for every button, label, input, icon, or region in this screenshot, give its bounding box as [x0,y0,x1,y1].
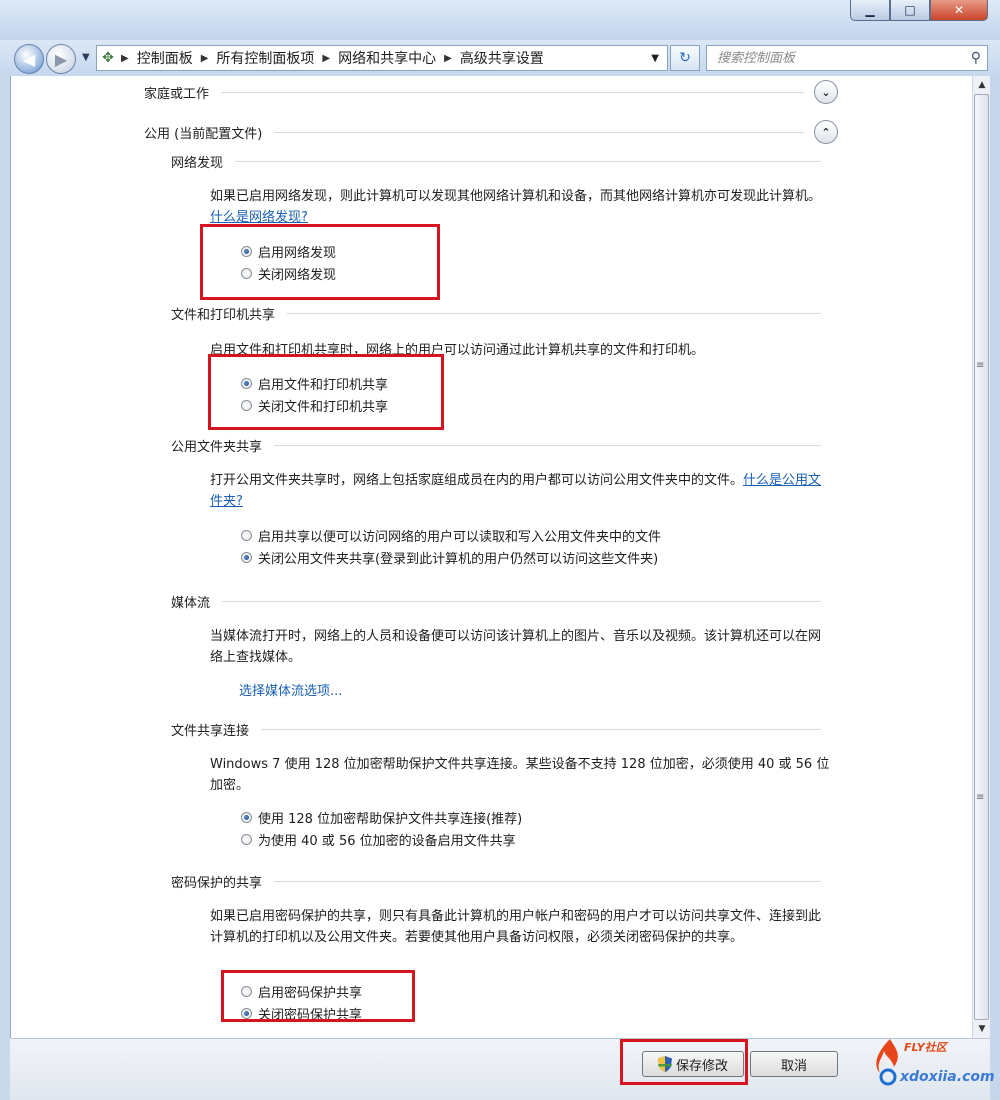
radio-selected-icon [241,812,252,823]
address-toolbar: ◀ ▶ ▼ ✥ ▶ 控制面板 ▶ 所有控制面板项 ▶ 网络和共享中心 ▶ 高级共… [0,40,1000,76]
scroll-grip-icon: ≡ [976,792,984,803]
section-media-streaming: 媒体流 [171,592,821,611]
divider [274,445,821,446]
expand-chevron-icon[interactable]: ⌄ [814,80,838,104]
option-label: 启用共享以便可以访问网络的用户可以读取和写入公用文件夹中的文件 [258,530,662,545]
section-public-folder: 公用文件夹共享 [171,436,821,455]
breadcrumb-control-panel[interactable]: 控制面板 [131,48,199,68]
breadcrumb-separator-icon[interactable]: ▶ [320,53,332,64]
address-bar[interactable]: ✥ ▶ 控制面板 ▶ 所有控制面板项 ▶ 网络和共享中心 ▶ 高级共享设置 ▼ [96,45,668,71]
forward-button[interactable]: ▶ [46,44,76,74]
section-network-discovery: 网络发现 [171,152,821,171]
radio-unselected-icon [241,530,252,541]
section-title: 文件共享连接 [171,724,250,739]
choose-media-streaming-options-link[interactable]: 选择媒体流选项... [239,680,342,699]
close-button[interactable]: ✕ [930,0,988,21]
option-label: 为使用 40 或 56 位加密的设备启用文件共享 [258,834,516,849]
content-pane: 家庭或工作 ⌄ 公用 (当前配置文件) ⌃ 网络发现 如果已启用网络发现，则此计… [10,76,973,1038]
radio-selected-icon [241,552,252,563]
back-arrow-icon: ◀ [22,49,36,69]
highlight-box [620,1039,748,1085]
section-title: 网络发现 [171,156,224,171]
group-home-work[interactable]: 家庭或工作 ⌄ [144,80,838,104]
scroll-grip-icon: ≡ [976,360,984,371]
group-title: 公用 (当前配置文件) [144,126,263,142]
radio-disable-public-folder[interactable]: 关闭公用文件夹共享(登录到此计算机的用户仍然可以访问这些文件夹) [241,548,658,567]
breadcrumb-network-center[interactable]: 网络和共享中心 [332,48,442,68]
radio-128bit-encryption[interactable]: 使用 128 位加密帮助保护文件共享连接(推荐) [241,808,522,827]
breadcrumb-advanced-sharing[interactable]: 高级共享设置 [454,48,550,68]
cancel-label: 取消 [780,1058,807,1074]
highlight-box [200,224,440,300]
search-icon[interactable]: ⚲ [971,50,981,66]
media-options-link-row[interactable]: 选择媒体流选项... [239,680,342,699]
control-panel-icon: ✥ [102,50,114,66]
divider [261,729,821,730]
breadcrumb-separator-icon[interactable]: ▶ [442,53,454,64]
connections-description: Windows 7 使用 128 位加密帮助保护文件共享连接。某些设备不支持 1… [210,754,830,796]
section-title: 密码保护的共享 [171,876,263,891]
section-title: 媒体流 [171,596,211,611]
refresh-button[interactable]: ↻ [670,45,700,71]
media-description: 当媒体流打开时，网络上的人员和设备便可以访问该计算机上的图片、音乐以及视频。该计… [210,626,830,668]
logo-url: xdoxiia.com [900,1069,995,1085]
divider [274,881,821,882]
highlight-box [221,970,415,1022]
divider [235,161,821,162]
minimize-icon: ▁ [865,3,875,17]
password-description: 如果已启用密码保护的共享，则只有具备此计算机的用户帐户和密码的用户才可以访问共享… [210,906,830,948]
button-bar: 保存修改 取消 [10,1038,990,1100]
radio-enable-public-folder[interactable]: 启用共享以便可以访问网络的用户可以读取和写入公用文件夹中的文件 [241,526,661,545]
minimize-button[interactable]: ▁ [850,0,890,21]
cancel-button[interactable]: 取消 [750,1051,838,1077]
divider [274,131,804,133]
search-box[interactable]: ⚲ [706,45,988,71]
site-logo: FLY社区 xdoxiia.com [872,1033,995,1093]
logo-name: FLY社区 [904,1041,947,1054]
group-title: 家庭或工作 [144,86,210,102]
scroll-up-arrow-icon[interactable]: ▲ [973,76,991,94]
section-file-sharing-connections: 文件共享连接 [171,720,821,739]
description-text: 如果已启用网络发现，则此计算机可以发现其他网络计算机和设备，而其他网络计算机亦可… [210,189,822,204]
divider [222,601,821,602]
public-folder-description: 打开公用文件夹共享时，网络上包括家庭组成员在内的用户都可以访问公用文件夹中的文件… [210,470,830,512]
collapse-chevron-icon[interactable]: ⌃ [814,120,838,144]
group-public[interactable]: 公用 (当前配置文件) ⌃ [144,120,838,144]
section-title: 公用文件夹共享 [171,440,263,455]
search-input[interactable] [715,49,959,67]
window-controls: ▁ □ ✕ [850,0,988,21]
chevron-down-icon: ▼ [82,52,90,63]
highlight-box [208,354,444,430]
address-dropdown-icon[interactable]: ▼ [643,53,667,64]
description-text: 如果已启用密码保护的共享，则只有具备此计算机的用户帐户和密码的用户才可以访问共享… [210,909,822,945]
radio-unselected-icon [241,834,252,845]
description-text: 当媒体流打开时，网络上的人员和设备便可以访问该计算机上的图片、音乐以及视频。该计… [210,629,822,665]
what-is-network-discovery-link[interactable]: 什么是网络发现? [210,210,308,225]
title-bar: ▁ □ ✕ [0,0,1000,40]
scrollbar-thumb[interactable] [974,94,989,1020]
close-icon: ✕ [953,3,965,17]
refresh-icon: ↻ [679,50,691,66]
section-printer-sharing: 文件和打印机共享 [171,304,821,323]
option-label: 使用 128 位加密帮助保护文件共享连接(推荐) [258,812,523,827]
maximize-button[interactable]: □ [890,0,930,21]
maximize-icon: □ [904,3,916,17]
divider [221,91,804,93]
back-button[interactable]: ◀ [14,44,44,74]
breadcrumb-all-items[interactable]: 所有控制面板项 [210,48,320,68]
section-title: 文件和打印机共享 [171,308,276,323]
description-text: 打开公用文件夹共享时，网络上包括家庭组成员在内的用户都可以访问公用文件夹中的文件… [210,473,744,488]
section-password-protected: 密码保护的共享 [171,872,821,891]
recent-pages-dropdown[interactable]: ▼ [82,52,90,63]
discovery-description: 如果已启用网络发现，则此计算机可以发现其他网络计算机和设备，而其他网络计算机亦可… [210,186,830,228]
breadcrumb-separator-icon[interactable]: ▶ [199,53,211,64]
option-label: 关闭公用文件夹共享(登录到此计算机的用户仍然可以访问这些文件夹) [258,552,659,567]
vertical-scrollbar[interactable]: ▲ ≡ ≡ ▼ [972,76,991,1038]
description-text: Windows 7 使用 128 位加密帮助保护文件共享连接。某些设备不支持 1… [210,757,830,793]
forward-arrow-icon: ▶ [54,49,68,69]
divider [287,313,821,314]
radio-40-56bit-encryption[interactable]: 为使用 40 或 56 位加密的设备启用文件共享 [241,830,516,849]
breadcrumb-separator-icon[interactable]: ▶ [119,53,131,64]
window-frame [990,76,1000,1099]
